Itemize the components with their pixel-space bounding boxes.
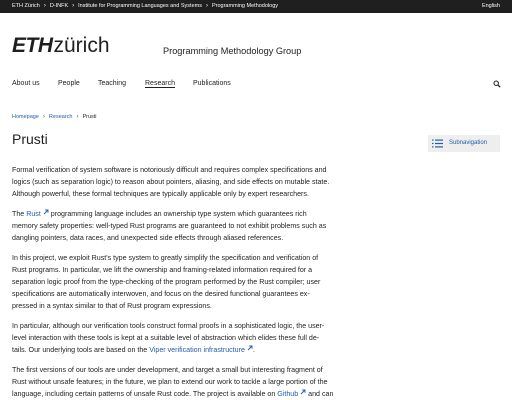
viper-link[interactable]: Viper verification infrastructure — [149, 345, 253, 354]
logo-zurich-text: zürich — [53, 34, 110, 57]
github-link-label: Github — [277, 390, 299, 398]
subnavigation-button[interactable]: Subnavigation — [428, 135, 500, 152]
top-crumb-eth[interactable]: ETH Zürich — [12, 3, 40, 9]
text-line: Rust programs. In particular, we lift th… — [12, 266, 313, 274]
rust-link-label: Rust — [26, 210, 41, 218]
top-crumb-group[interactable]: Programming Methodology — [212, 3, 278, 9]
group-name[interactable]: Programming Methodology Group — [163, 46, 301, 56]
github-link[interactable]: Github — [277, 389, 306, 398]
paragraph-tools: In particular, although our verification… — [12, 320, 364, 356]
search-icon[interactable] — [493, 80, 501, 88]
viper-link-label: Viper verification infrastructure — [149, 346, 245, 354]
breadcrumb-current: Prusti — [82, 114, 97, 120]
chevron-right-icon: › — [42, 114, 45, 120]
page-title: Prusti — [12, 131, 48, 147]
breadcrumb: Homepage › Research › Prusti — [12, 114, 97, 120]
text-line: Although powerful, these formal techniqu… — [12, 190, 309, 198]
text-fragment: The — [12, 210, 27, 218]
breadcrumb-research[interactable]: Research — [49, 114, 73, 120]
text-line: The first versions of our tools are unde… — [12, 366, 323, 374]
subnavigation-label: Subnavigation — [449, 140, 488, 146]
text-line: dangling pointers, data races, and unexp… — [12, 234, 284, 242]
chevron-right-icon: › — [76, 114, 79, 120]
paragraph-intro: Formal verification of system software i… — [12, 164, 364, 200]
nav-item-teaching[interactable]: Teaching — [98, 80, 145, 87]
chevron-right-icon: › — [43, 3, 46, 9]
paragraph-rust: The Rust programming language includes a… — [12, 208, 364, 244]
nav-item-about-us[interactable]: About us — [12, 80, 58, 87]
chevron-right-icon: › — [72, 3, 75, 9]
eth-logo[interactable]: ETH zürich — [12, 35, 110, 57]
text-line: In this project, we exploit Rust's type … — [12, 254, 319, 262]
list-icon — [432, 139, 443, 148]
text-fragment: language, including certain patterns of … — [12, 390, 278, 398]
main-content: Formal verification of system software i… — [12, 164, 364, 400]
paragraph-versions: The first versions of our tools are unde… — [12, 364, 364, 400]
top-breadcrumb-bar: ETH Zürich › D-INFK › Institute for Prog… — [0, 0, 512, 13]
paragraph-project: In this project, we exploit Rust's type … — [12, 252, 364, 312]
text-fragment: tails. Our underlying tools are based on… — [12, 346, 150, 354]
nav-item-publications[interactable]: Publications — [193, 80, 231, 87]
rust-link[interactable]: Rust — [26, 209, 49, 218]
text-line: memory safety properties: well-typed Rus… — [12, 222, 327, 230]
text-fragment: and can — [306, 390, 334, 398]
text-line: Rust without unsafe features; in the fut… — [12, 378, 328, 386]
text-fragment: . — [252, 346, 255, 354]
text-line: Formal verification of system software i… — [12, 166, 327, 174]
text-line: specifications are automatically interwo… — [12, 290, 310, 298]
text-line: In particular, although our verification… — [12, 322, 325, 330]
nav-item-people[interactable]: People — [58, 80, 98, 87]
top-crumb-dinfk[interactable]: D-INFK — [50, 3, 68, 9]
main-nav: About us People Teaching Research Public… — [12, 80, 231, 87]
breadcrumb-homepage[interactable]: Homepage — [12, 114, 39, 120]
text-fragment: programming language includes an ownersh… — [48, 210, 307, 218]
top-crumb-institute[interactable]: Institute for Programming Languages and … — [78, 3, 202, 9]
language-switch[interactable]: English — [482, 3, 500, 9]
text-line: level interaction with these tools is ke… — [12, 334, 320, 342]
text-line: pressed in a syntax similar to that of R… — [12, 302, 212, 310]
chevron-right-icon: › — [205, 3, 208, 9]
logo-eth-text: ETH — [12, 34, 53, 57]
text-line: logics (such as separation logic) to rea… — [12, 178, 330, 186]
top-breadcrumb: ETH Zürich › D-INFK › Institute for Prog… — [12, 3, 278, 9]
text-line: separation logic proof from the type-che… — [12, 278, 321, 286]
nav-item-research[interactable]: Research — [145, 80, 193, 87]
